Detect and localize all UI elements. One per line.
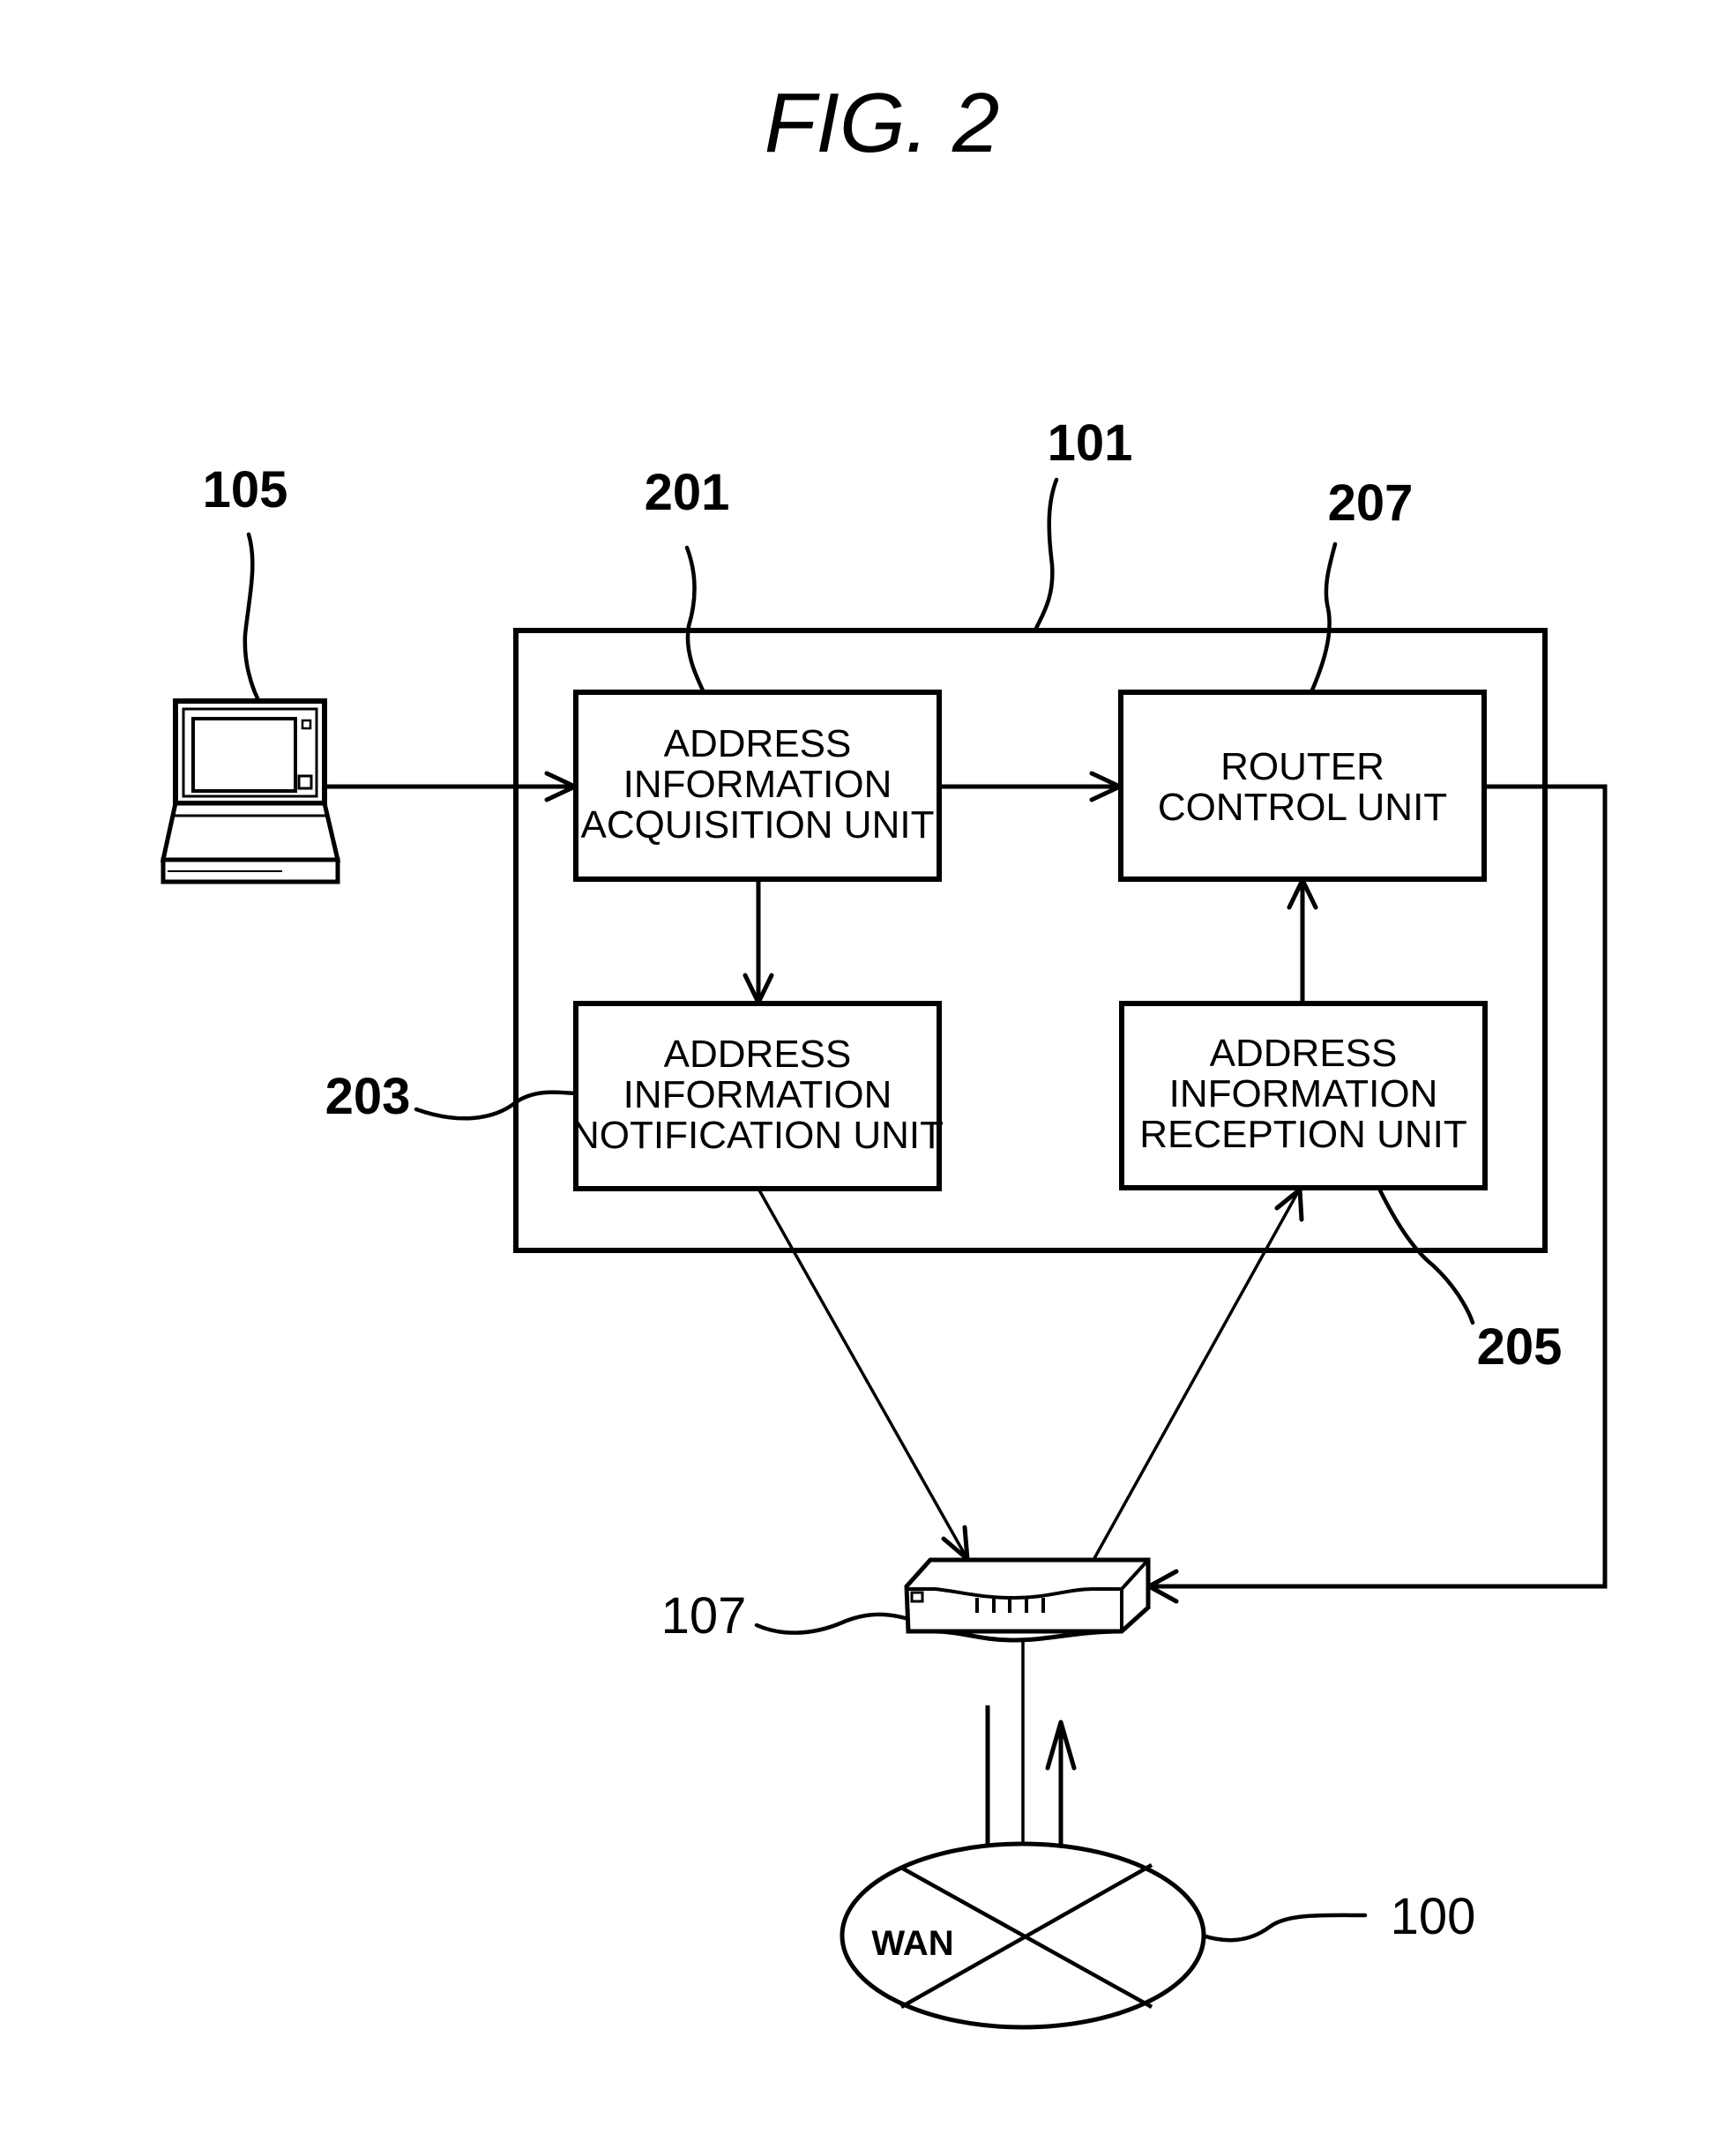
wan-label: WAN xyxy=(871,1924,953,1963)
ref-label-201: 201 xyxy=(645,464,730,521)
network-cloud-icon: WAN xyxy=(840,1841,1206,2030)
unit-205-line-3: RECEPTION UNIT xyxy=(1139,1113,1467,1156)
block-diagram: FIG. 2 105 201 101 207 203 205 107 100 A… xyxy=(160,76,1608,2030)
unit-box-201: ADDRESS INFORMATION ACQUISITION UNIT xyxy=(573,690,942,882)
connector-203-to-107 xyxy=(757,1188,969,1560)
lead-line-203 xyxy=(414,1090,578,1121)
ref-label-203: 203 xyxy=(325,1068,411,1125)
figure-title: FIG. 2 xyxy=(765,76,1000,170)
router-icon xyxy=(904,1557,1151,1643)
unit-box-205: ADDRESS INFORMATION RECEPTION UNIT xyxy=(1119,1001,1488,1190)
unit-201-line-2: INFORMATION xyxy=(623,763,892,806)
lead-line-101 xyxy=(1033,477,1059,633)
ref-label-105: 105 xyxy=(203,461,288,518)
lead-line-205 xyxy=(1377,1188,1475,1325)
unit-box-203: ADDRESS INFORMATION NOTIFICATION UNIT xyxy=(571,1001,944,1191)
ref-label-205: 205 xyxy=(1477,1318,1563,1376)
ref-label-100: 100 xyxy=(1391,1888,1476,1945)
unit-207-line-2: CONTROL UNIT xyxy=(1158,786,1447,829)
unit-203-line-3: NOTIFICATION UNIT xyxy=(571,1114,944,1157)
ref-label-101: 101 xyxy=(1048,414,1133,472)
unit-205-line-1: ADDRESS xyxy=(1210,1032,1398,1075)
lead-line-105 xyxy=(243,532,266,713)
unit-201-line-1: ADDRESS xyxy=(664,722,852,765)
unit-201-line-3: ACQUISITION UNIT xyxy=(581,803,935,847)
laptop-icon xyxy=(160,698,341,884)
connector-107-to-205 xyxy=(1092,1188,1302,1561)
ref-label-207: 207 xyxy=(1328,474,1414,532)
arrowhead-icon xyxy=(941,1525,970,1562)
unit-203-line-1: ADDRESS xyxy=(664,1033,852,1076)
unit-207-line-1: ROUTER xyxy=(1220,745,1384,788)
lead-line-201 xyxy=(684,545,706,695)
lead-line-207 xyxy=(1309,541,1338,695)
unit-box-207: ROUTER CONTROL UNIT xyxy=(1118,690,1487,882)
lead-line-107 xyxy=(754,1612,911,1635)
unit-205-line-2: INFORMATION xyxy=(1169,1072,1438,1115)
lead-line-100 xyxy=(1200,1913,1368,1943)
ref-label-107: 107 xyxy=(661,1587,747,1645)
unit-203-line-2: INFORMATION xyxy=(623,1073,892,1116)
